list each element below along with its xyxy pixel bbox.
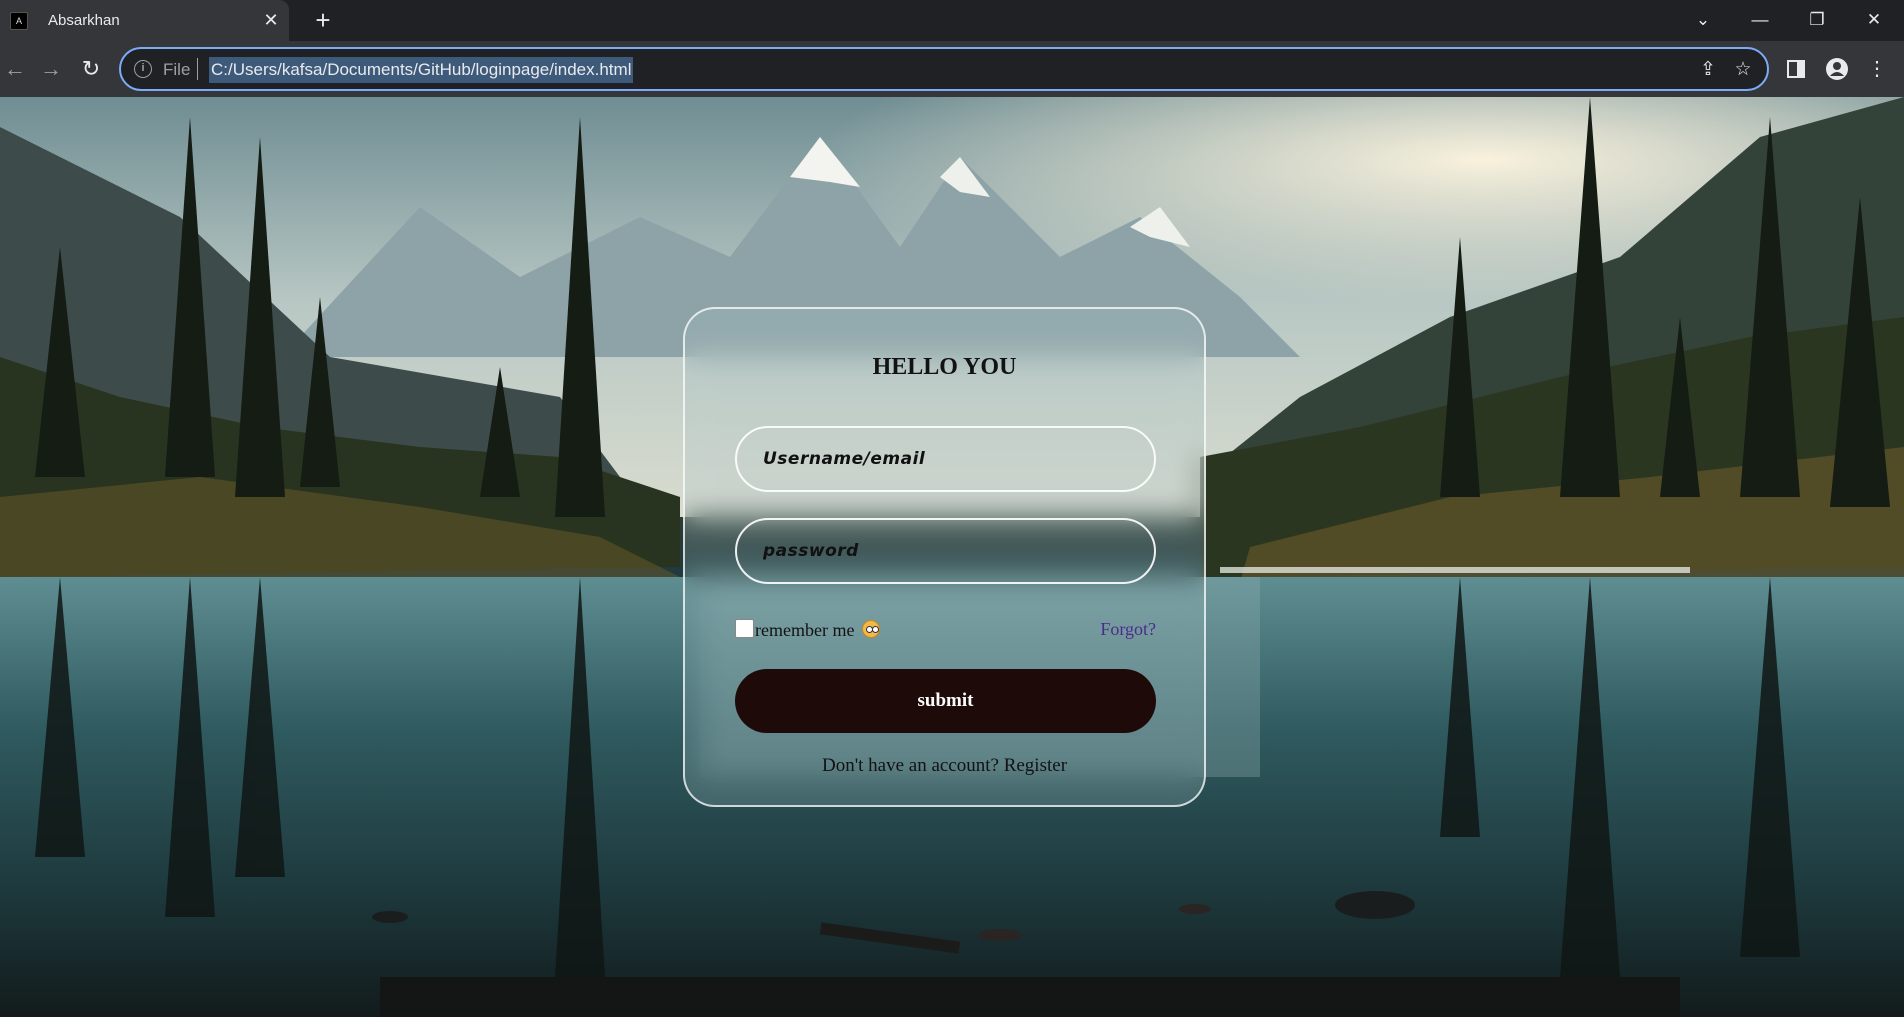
browser-tab[interactable]: A Absarkhan ✕: [0, 0, 289, 41]
page-viewport: HELLO YOU remember me Forgot? submit Don…: [0, 97, 1904, 1017]
url-text[interactable]: C:/Users/kafsa/Documents/GitHub/loginpag…: [209, 57, 634, 83]
remember-checkbox[interactable]: [735, 619, 754, 638]
forgot-password-link[interactable]: Forgot?: [1100, 619, 1156, 640]
minimize-button[interactable]: —: [1737, 4, 1783, 36]
address-bar[interactable]: i File C:/Users/kafsa/Documents/GitHub/l…: [119, 47, 1769, 91]
submit-button[interactable]: submit: [735, 669, 1156, 733]
username-input[interactable]: [735, 426, 1156, 492]
info-icon[interactable]: i: [134, 60, 152, 78]
close-window-button[interactable]: ✕: [1851, 4, 1897, 36]
remember-label: remember me: [755, 620, 855, 640]
back-button[interactable]: ←: [0, 54, 30, 84]
tab-search-icon[interactable]: ⌄: [1680, 4, 1726, 36]
menu-icon[interactable]: ⋮: [1862, 54, 1892, 84]
browser-toolbar: ← → ↻ i File C:/Users/kafsa/Documents/Gi…: [0, 41, 1904, 97]
new-tab-button[interactable]: +: [310, 7, 336, 33]
site-favicon-icon: A: [10, 11, 28, 30]
side-panel-icon[interactable]: [1781, 54, 1811, 84]
remember-row: remember me Forgot?: [735, 617, 1156, 641]
omnibox-divider: [197, 58, 198, 80]
share-icon[interactable]: ⇪: [1696, 58, 1720, 82]
tab-strip: A Absarkhan ✕ + ⌄ — ❐ ✕: [0, 0, 1904, 41]
restore-button[interactable]: ❐: [1794, 4, 1840, 36]
login-title: HELLO YOU: [872, 354, 1017, 380]
tab-title: Absarkhan: [48, 12, 120, 29]
flushed-face-emoji-icon: [862, 620, 880, 638]
forward-button[interactable]: →: [36, 54, 66, 84]
tab-close-icon[interactable]: ✕: [261, 10, 281, 30]
register-prompt-text: Don't have an account?: [821, 755, 999, 776]
register-link[interactable]: Register: [1004, 755, 1067, 776]
register-prompt: Don't have an account? Register: [685, 755, 1204, 777]
password-input[interactable]: [735, 518, 1156, 584]
file-scheme-label: File: [163, 60, 191, 79]
login-card: HELLO YOU remember me Forgot? submit Don…: [683, 307, 1206, 807]
star-icon[interactable]: ☆: [1731, 58, 1755, 82]
reload-button[interactable]: ↻: [76, 54, 106, 84]
profile-icon[interactable]: [1822, 54, 1852, 84]
